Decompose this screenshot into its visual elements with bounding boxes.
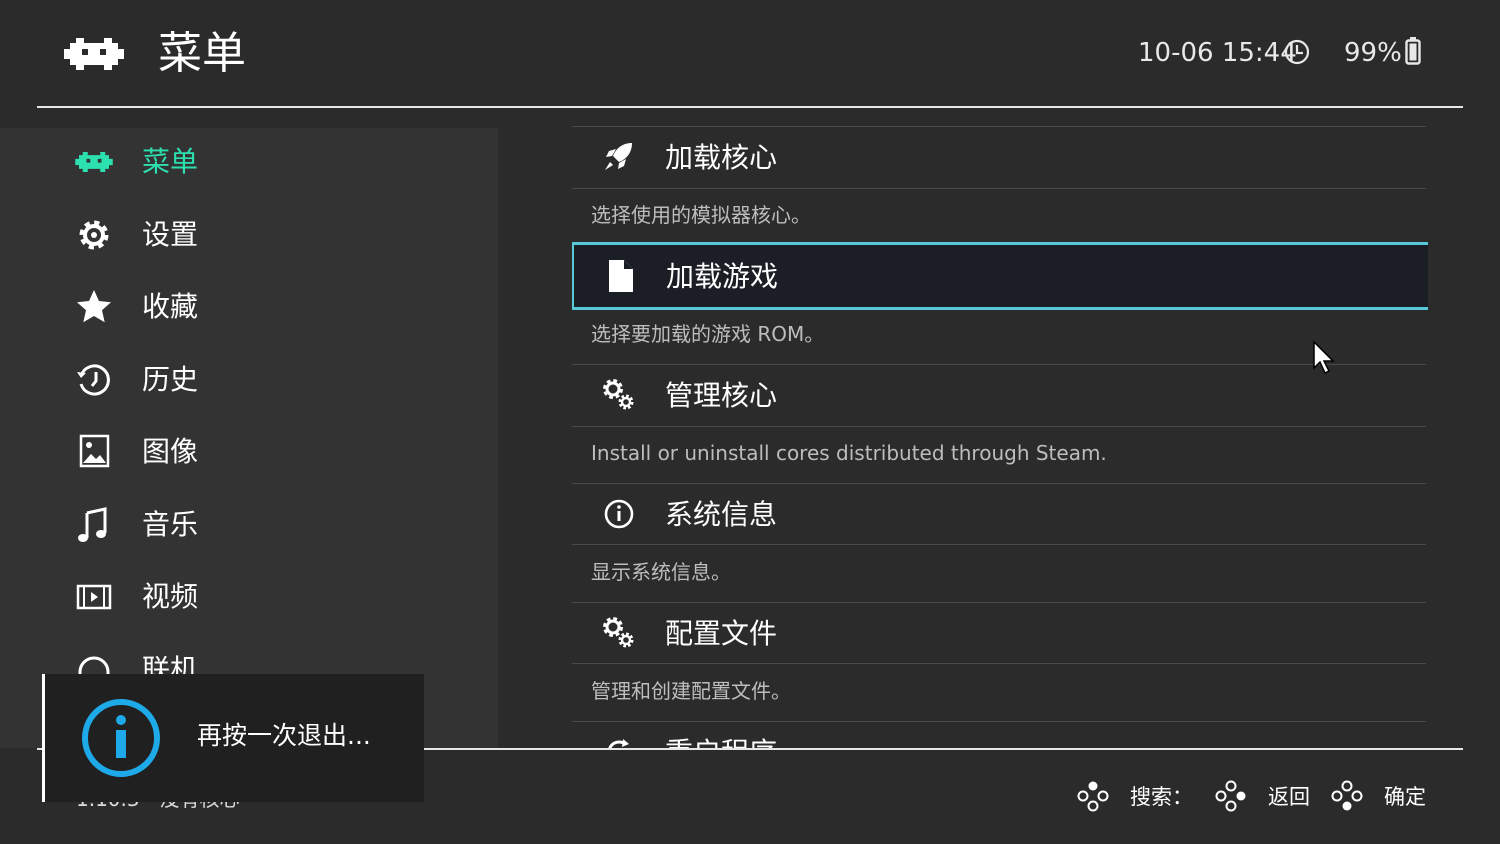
menu-item-description: Install or uninstall cores distributed t… (591, 441, 1107, 465)
sidebar-item-label: 设置 (142, 218, 199, 251)
info-circle-icon (82, 699, 160, 777)
history-icon (77, 364, 110, 396)
sidebar-item-label: 音乐 (142, 508, 199, 541)
sidebar: 菜单 设置 收藏 历史 图像 音乐 视频 联机 (0, 128, 498, 748)
gamepad-buttons-icon (1215, 780, 1246, 812)
menu-item-load-content[interactable]: 加载游戏 (572, 242, 1428, 310)
menu-item-restart[interactable]: 重启程序 (572, 723, 1426, 748)
sidebar-item-favorites[interactable]: 收藏 (0, 277, 498, 337)
menu-list: 加载核心 选择使用的模拟器核心。 加载游戏 选择要加载的游戏 ROM。 管理核心… (572, 126, 1428, 748)
retroarch-invader-icon (75, 152, 113, 172)
clock-text: 10-06 15:44 (1138, 38, 1297, 68)
divider (572, 364, 1426, 365)
battery-icon (1405, 37, 1421, 65)
sidebar-item-music[interactable]: 音乐 (0, 495, 498, 555)
gears-icon (603, 617, 634, 648)
menu-item-config-files[interactable]: 配置文件 (572, 604, 1426, 664)
file-icon (609, 260, 633, 292)
retroarch-invader-icon (64, 38, 124, 70)
restart-icon (608, 739, 629, 748)
gamepad-buttons-icon (1077, 781, 1109, 812)
gear-icon (79, 220, 109, 250)
sidebar-item-video[interactable]: 视频 (0, 567, 498, 627)
image-icon (79, 434, 110, 468)
divider (572, 483, 1426, 484)
divider (572, 544, 1426, 545)
menu-item-description: 选择使用的模拟器核心。 (591, 203, 811, 227)
page-title: 菜单 (158, 28, 246, 79)
divider (572, 721, 1426, 722)
info-icon (604, 499, 634, 529)
clock-icon (1284, 39, 1310, 65)
exit-toast: 再按一次退出... (42, 674, 424, 802)
sidebar-item-label: 历史 (142, 363, 199, 396)
menu-item-system-info[interactable]: 系统信息 (572, 485, 1426, 545)
gears-icon (603, 379, 634, 410)
menu-item-description: 选择要加载的游戏 ROM。 (591, 322, 825, 346)
toast-message: 再按一次退出... (197, 721, 371, 750)
menu-item-label: 重启程序 (665, 733, 777, 748)
ok-hint-label: 确定 (1384, 785, 1426, 809)
header-divider (37, 106, 1463, 108)
sidebar-item-settings[interactable]: 设置 (0, 205, 498, 265)
back-hint-label: 返回 (1268, 785, 1310, 809)
sidebar-item-images[interactable]: 图像 (0, 422, 498, 482)
header: 菜单 10-06 15:44 99% (0, 0, 1500, 107)
search-hint-label: 搜索： (1130, 785, 1193, 809)
divider (572, 602, 1426, 603)
gamepad-buttons-icon (1331, 780, 1363, 811)
music-note-icon (78, 507, 107, 542)
menu-item-label: 管理核心 (665, 379, 778, 412)
menu-item-manage-cores[interactable]: 管理核心 (572, 366, 1426, 426)
divider (572, 126, 1426, 127)
menu-item-label: 配置文件 (665, 617, 778, 650)
menu-item-label: 加载核心 (665, 141, 778, 174)
battery-percent: 99% (1344, 38, 1402, 68)
menu-item-load-core[interactable]: 加载核心 (572, 128, 1426, 188)
sidebar-item-label: 收藏 (142, 290, 199, 323)
divider (572, 426, 1426, 427)
menu-item-description: 管理和创建配置文件。 (591, 679, 791, 703)
sidebar-item-label: 菜单 (142, 145, 199, 178)
sidebar-item-label: 图像 (142, 435, 199, 468)
menu-item-label: 加载游戏 (666, 260, 779, 293)
film-icon (76, 584, 112, 610)
star-icon (77, 290, 111, 323)
divider (572, 188, 1426, 189)
menu-item-description: 显示系统信息。 (591, 560, 731, 584)
rocket-icon (605, 143, 632, 170)
menu-item-label: 系统信息 (665, 498, 778, 531)
sidebar-item-history[interactable]: 历史 (0, 350, 498, 410)
mouse-cursor-icon (1313, 340, 1335, 375)
sidebar-item-main-menu[interactable]: 菜单 (0, 132, 498, 192)
divider (572, 663, 1426, 664)
sidebar-item-label: 视频 (142, 580, 199, 613)
